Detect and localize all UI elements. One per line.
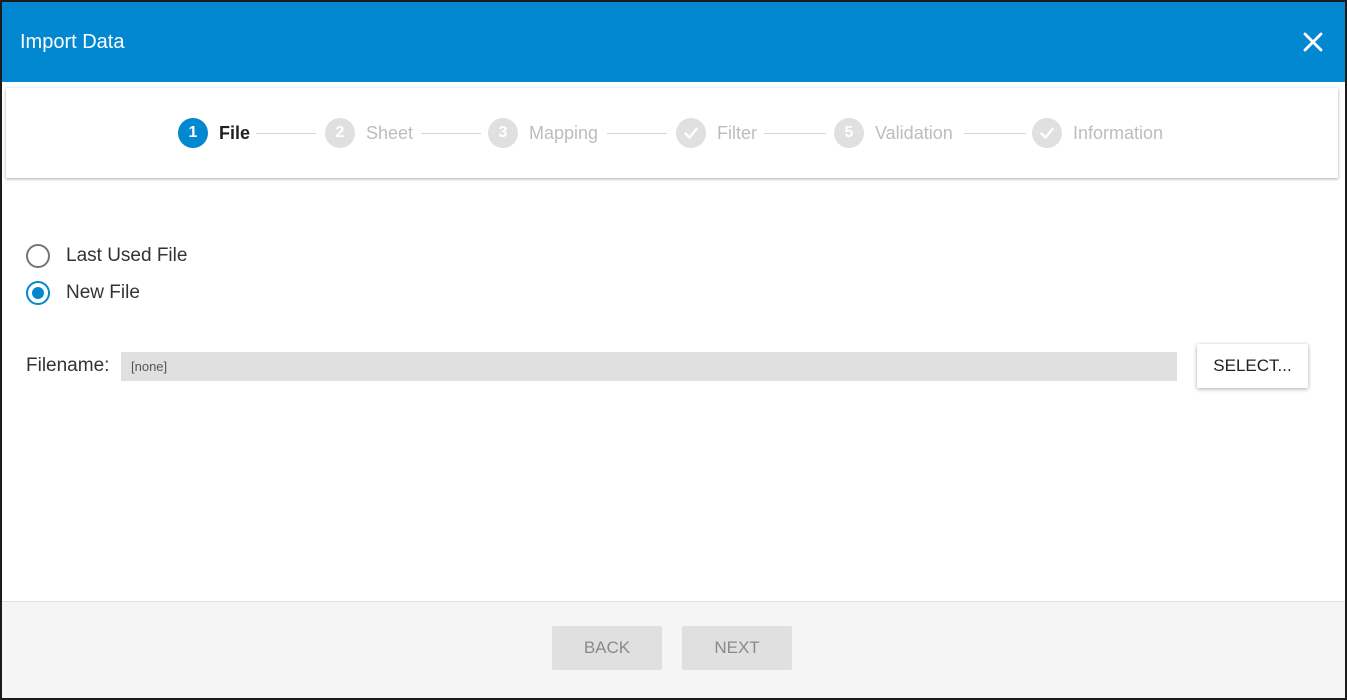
step-number: 1 bbox=[178, 118, 208, 148]
filename-field: [none] bbox=[121, 352, 1177, 381]
step-label: Information bbox=[1073, 122, 1164, 143]
back-button[interactable]: BACK bbox=[552, 626, 662, 670]
close-icon bbox=[1303, 32, 1323, 52]
dialog-title: Import Data bbox=[20, 31, 125, 53]
step-check bbox=[676, 118, 706, 148]
dialog-footer: BACK NEXT bbox=[2, 601, 1345, 698]
step-validation: 5 Validation bbox=[834, 118, 953, 148]
check-icon bbox=[1040, 127, 1054, 139]
close-button[interactable] bbox=[1297, 26, 1329, 58]
step-label: Validation bbox=[875, 122, 953, 143]
step-connector bbox=[607, 133, 667, 134]
step-number: 3 bbox=[488, 118, 518, 148]
step-label: Sheet bbox=[366, 122, 414, 143]
next-button[interactable]: NEXT bbox=[682, 626, 792, 670]
step-connector bbox=[421, 133, 481, 134]
step-label: File bbox=[219, 122, 251, 143]
step-file: 1 File bbox=[178, 118, 250, 148]
step-label: Mapping bbox=[529, 122, 599, 143]
import-data-dialog: Import Data 1 File 2 Sheet 3 Mapping Fil… bbox=[0, 0, 1347, 700]
step-information: Information bbox=[1032, 118, 1163, 148]
filename-label: Filename: bbox=[26, 355, 110, 376]
dialog-titlebar: Import Data bbox=[2, 2, 1345, 82]
step-connector bbox=[256, 133, 316, 134]
step-sheet: 2 Sheet bbox=[325, 118, 413, 148]
import-stepper: 1 File 2 Sheet 3 Mapping Filter 5 Valida… bbox=[6, 88, 1338, 178]
step-label: Filter bbox=[717, 122, 757, 143]
radio-button-selected[interactable] bbox=[26, 281, 50, 305]
step-connector bbox=[964, 133, 1026, 134]
step-filter: Filter bbox=[676, 118, 757, 148]
step-number: 5 bbox=[834, 118, 864, 148]
radio-label: New File bbox=[66, 282, 140, 303]
check-icon bbox=[684, 127, 698, 139]
step-check bbox=[1032, 118, 1062, 148]
select-file-button[interactable]: SELECT... bbox=[1197, 344, 1308, 388]
step-mapping: 3 Mapping bbox=[488, 118, 598, 148]
step-number: 2 bbox=[325, 118, 355, 148]
radio-button[interactable] bbox=[26, 244, 50, 268]
radio-last-used-file[interactable]: Last Used File bbox=[26, 244, 187, 268]
step-connector bbox=[764, 133, 826, 134]
radio-label: Last Used File bbox=[66, 245, 188, 266]
radio-new-file[interactable]: New File bbox=[26, 281, 140, 305]
